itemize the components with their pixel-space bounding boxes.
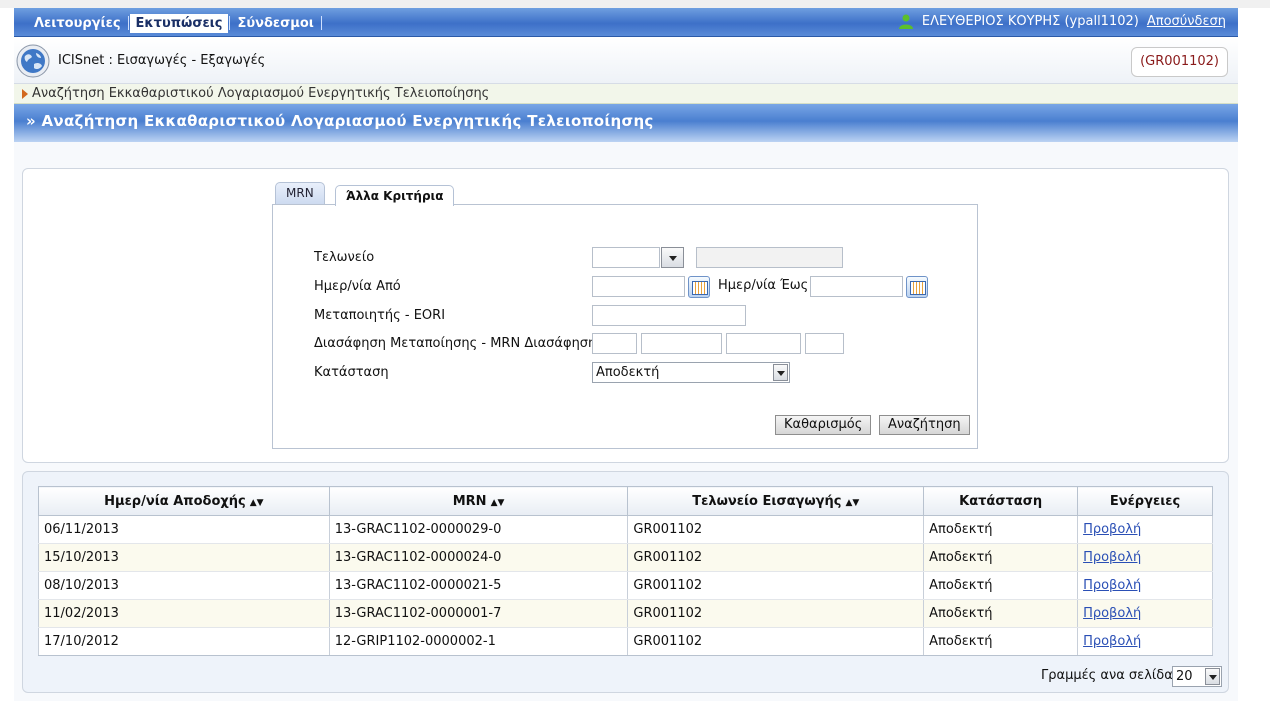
rows-per-page-select[interactable]: 20 [1172,666,1222,687]
declaration-mrn-label: Διασάφηση Μεταποίησης - MRN Διασάφησης [314,336,604,351]
menu-item-printouts[interactable]: Εκτυπώσεις [129,13,229,33]
chevron-down-icon [1205,668,1220,685]
view-link[interactable]: Προβολή [1083,522,1141,537]
date-from-label: Ημερ/νία Από [314,279,401,294]
main-menu: Λειτουργίες Εκτυπώσεις Σύνδεσμοι [28,12,323,34]
customs-code-field[interactable] [592,247,660,268]
top-navigation-bar: Λειτουργίες Εκτυπώσεις Σύνδεσμοι ΕΛΕΥΘΕΡ… [14,8,1238,37]
view-link[interactable]: Προβολή [1083,634,1141,649]
cell-mrn: 13-GRAC1102-0000029-0 [328,515,629,544]
table-row: 08/10/2013 13-GRAC1102-0000021-5 GR00110… [38,571,1213,600]
logout-link[interactable]: Αποσύνδεση [1147,14,1226,29]
menu-separator [320,16,322,30]
cell-actions: Προβολή [1077,627,1213,656]
cell-status: Αποδεκτή [923,627,1079,656]
application-bar: ICISnet : Εισαγωγές - Εξαγωγές (GR001102… [14,38,1238,84]
mrn-part-2-field[interactable] [641,333,722,354]
column-header-status: Κατάσταση [923,486,1079,516]
menu-separator [127,16,129,30]
table-row: 15/10/2013 13-GRAC1102-0000024-0 GR00110… [38,543,1213,572]
app-title: ICISnet : Εισαγωγές - Εξαγωγές [58,53,266,68]
cell-actions: Προβολή [1077,599,1213,628]
view-link[interactable]: Προβολή [1083,550,1141,565]
customs-office-code-badge: (GR001102) [1131,47,1228,77]
calendar-icon[interactable] [688,276,710,298]
table-row: 06/11/2013 13-GRAC1102-0000029-0 GR00110… [38,515,1213,544]
column-header-actions: Ενέργειες [1077,486,1213,516]
cell-date: 08/10/2013 [38,571,330,600]
view-link[interactable]: Προβολή [1083,606,1141,621]
chevron-down-icon [773,364,788,381]
cell-date: 06/11/2013 [38,515,330,544]
page-header: » Αναζήτηση Εκκαθαριστικού Λογαριασμού Ε… [14,104,1238,142]
mrn-part-1-field[interactable] [592,333,637,354]
column-header-import-office[interactable]: Τελωνείο Εισαγωγής ▲▼ [627,486,925,516]
sort-icon: ▲▼ [845,497,860,508]
user-icon [898,13,914,29]
breadcrumb-arrow-icon [22,89,28,99]
user-area: ΕΛΕΥΘΕΡΙΟΣ ΚΟΥΡΗΣ (ypall1102) Αποσύνδεση [898,13,1226,29]
cell-status: Αποδεκτή [923,571,1079,600]
cell-actions: Προβολή [1077,515,1213,544]
cell-actions: Προβολή [1077,571,1213,600]
calendar-icon[interactable] [906,276,928,298]
cell-mrn: 12-GRIP1102-0000002-1 [328,627,629,656]
cell-status: Αποδεκτή [923,515,1079,544]
table-header-row: Ημερ/νία Αποδοχής ▲▼ MRN ▲▼ Τελωνείο Εισαγ… [38,486,1213,516]
cell-office: GR001102 [627,571,925,600]
cell-mrn: 13-GRAC1102-0000021-5 [328,571,629,600]
column-header-acceptance-date[interactable]: Ημερ/νία Αποδοχής ▲▼ [38,486,330,516]
cell-date: 15/10/2013 [38,543,330,572]
tab-other-criteria[interactable]: Άλλα Κριτήρια [335,185,455,206]
user-name: ΕΛΕΥΘΕΡΙΟΣ ΚΟΥΡΗΣ (ypall1102) [921,13,1139,29]
customs-name-field [696,247,843,268]
cell-actions: Προβολή [1077,543,1213,572]
date-from-field[interactable] [592,276,685,297]
status-label: Κατάσταση [314,365,389,380]
breadcrumb: Αναζήτηση Εκκαθαριστικού Λογαριασμού Ενε… [14,84,1238,104]
cell-office: GR001102 [627,543,925,572]
globe-icon [16,44,50,78]
column-header-mrn[interactable]: MRN ▲▼ [328,486,629,516]
menu-item-links[interactable]: Σύνδεσμοι [231,14,319,33]
rows-per-page-value: 20 [1176,669,1193,684]
status-select[interactable]: Αποδεκτή [592,362,790,383]
search-form [272,204,978,449]
sort-icon: ▲▼ [249,497,264,508]
table-row: 17/10/2012 12-GRIP1102-0000002-1 GR00110… [38,627,1213,656]
cell-office: GR001102 [627,599,925,628]
date-to-label: Ημερ/νία Έως [718,278,809,293]
browser-top-strip [0,0,1270,8]
rows-per-page-label: Γραμμές ανα σελίδα: [1041,668,1178,683]
cell-date: 17/10/2012 [38,627,330,656]
page-title: » Αναζήτηση Εκκαθαριστικού Λογαριασμού Ε… [26,112,654,130]
breadcrumb-item[interactable]: Αναζήτηση Εκκαθαριστικού Λογαριασμού Ενε… [32,86,489,101]
table-row: 11/02/2013 13-GRAC1102-0000001-7 GR00110… [38,599,1213,628]
status-select-value: Αποδεκτή [596,365,660,380]
sort-icon: ▲▼ [490,497,505,508]
chevron-down-icon[interactable] [661,247,684,268]
cell-office: GR001102 [627,627,925,656]
date-to-field[interactable] [810,276,903,297]
cell-date: 11/02/2013 [38,599,330,628]
cell-mrn: 13-GRAC1102-0000024-0 [328,543,629,572]
search-button[interactable]: Αναζήτηση [879,415,970,435]
cell-status: Αποδεκτή [923,543,1079,572]
tab-mrn[interactable]: MRN [275,182,325,204]
view-link[interactable]: Προβολή [1083,578,1141,593]
mrn-part-4-field[interactable] [805,333,844,354]
cell-status: Αποδεκτή [923,599,1079,628]
customs-label: Τελωνείο [314,250,375,265]
clear-button[interactable]: Καθαρισμός [775,415,872,435]
results-table: Ημερ/νία Αποδοχής ▲▼ MRN ▲▼ Τελωνείο Εισαγ… [38,486,1213,656]
menu-separator [229,16,231,30]
cell-office: GR001102 [627,515,925,544]
processor-eori-field[interactable] [592,305,746,326]
menu-item-functions[interactable]: Λειτουργίες [28,14,127,33]
processor-eori-label: Μεταποιητής - EORI [314,308,446,323]
mrn-part-3-field[interactable] [726,333,801,354]
cell-mrn: 13-GRAC1102-0000001-7 [328,599,629,628]
